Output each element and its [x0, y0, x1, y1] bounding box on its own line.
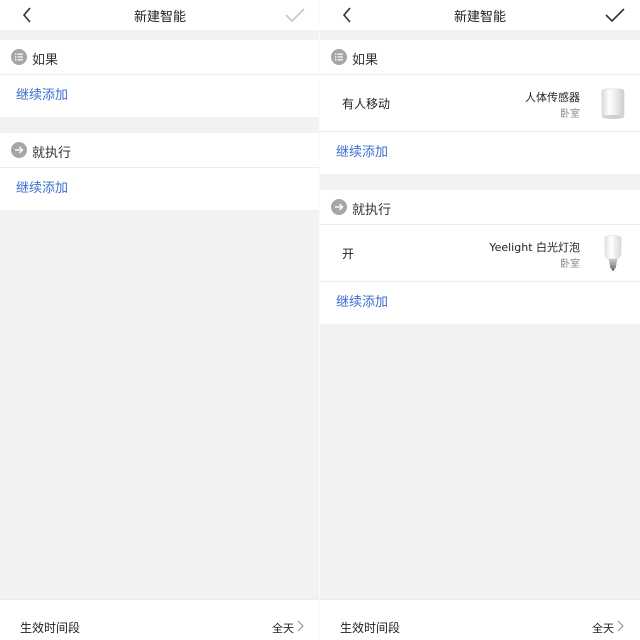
if-add-more-link[interactable]: 继续添加: [0, 75, 320, 117]
then-section: 就执行 开 Yeelight 白光灯泡 卧室 继续添加: [320, 190, 640, 324]
action-device-room: 卧室: [560, 259, 580, 270]
light-bulb-icon: [604, 235, 622, 271]
if-section: 如果 继续添加: [0, 40, 320, 117]
page-title: 新建智能: [133, 10, 186, 25]
then-add-more-link[interactable]: 继续添加: [0, 168, 320, 210]
effective-period-value: 全天: [272, 622, 294, 635]
nav-bar: 新建智能: [0, 0, 320, 30]
action-device-name: Yeelight 白光灯泡: [489, 241, 580, 254]
if-add-more-link[interactable]: 继续添加: [320, 132, 640, 174]
then-section-title: 就执行: [352, 203, 392, 218]
then-section-header: 就执行: [0, 133, 320, 168]
chevron-right-icon: [297, 620, 304, 632]
condition-label: 有人移动: [342, 97, 391, 111]
confirm-button[interactable]: [604, 5, 626, 25]
new-automation-filled-screen: 新建智能 如果 有人移动 人体传感器 卧室 继续添加 就执行 开 Yeeligh…: [320, 0, 640, 640]
if-section-title: 如果: [32, 53, 59, 68]
then-add-more-link[interactable]: 继续添加: [320, 282, 640, 324]
condition-device-room: 卧室: [560, 109, 580, 120]
condition-row[interactable]: 有人移动 人体传感器 卧室: [320, 75, 640, 132]
page-title: 新建智能: [453, 10, 506, 25]
then-section-title: 就执行: [32, 146, 72, 161]
arrow-right-icon: [11, 142, 27, 158]
if-section-header: 如果: [0, 40, 320, 75]
if-section: 如果 有人移动 人体传感器 卧室 继续添加: [320, 40, 640, 174]
effective-period-label: 生效时间段: [20, 621, 81, 635]
new-automation-empty-screen: 新建智能 如果 继续添加 就执行 继续添加 生效时间段 全天: [0, 0, 320, 640]
effective-period-row[interactable]: 生效时间段 全天: [320, 599, 640, 640]
then-section: 就执行 继续添加: [0, 133, 320, 210]
confirm-button[interactable]: [284, 5, 306, 25]
effective-period-value: 全天: [592, 622, 614, 635]
action-label: 开: [342, 247, 355, 261]
effective-period-label: 生效时间段: [340, 621, 401, 635]
list-icon: [331, 49, 347, 65]
action-row[interactable]: 开 Yeelight 白光灯泡 卧室: [320, 225, 640, 282]
screen-divider: [319, 0, 320, 640]
checkmark-icon: [285, 8, 305, 23]
checkmark-icon: [605, 8, 625, 23]
motion-sensor-icon: [601, 88, 625, 119]
if-section-title: 如果: [352, 53, 379, 68]
if-section-header: 如果: [320, 40, 640, 75]
effective-period-row[interactable]: 生效时间段 全天: [0, 599, 320, 640]
then-section-header: 就执行: [320, 190, 640, 225]
arrow-right-icon: [331, 199, 347, 215]
nav-bar: 新建智能: [320, 0, 640, 30]
chevron-right-icon: [617, 620, 624, 632]
condition-device-name: 人体传感器: [525, 91, 580, 104]
list-icon: [11, 49, 27, 65]
